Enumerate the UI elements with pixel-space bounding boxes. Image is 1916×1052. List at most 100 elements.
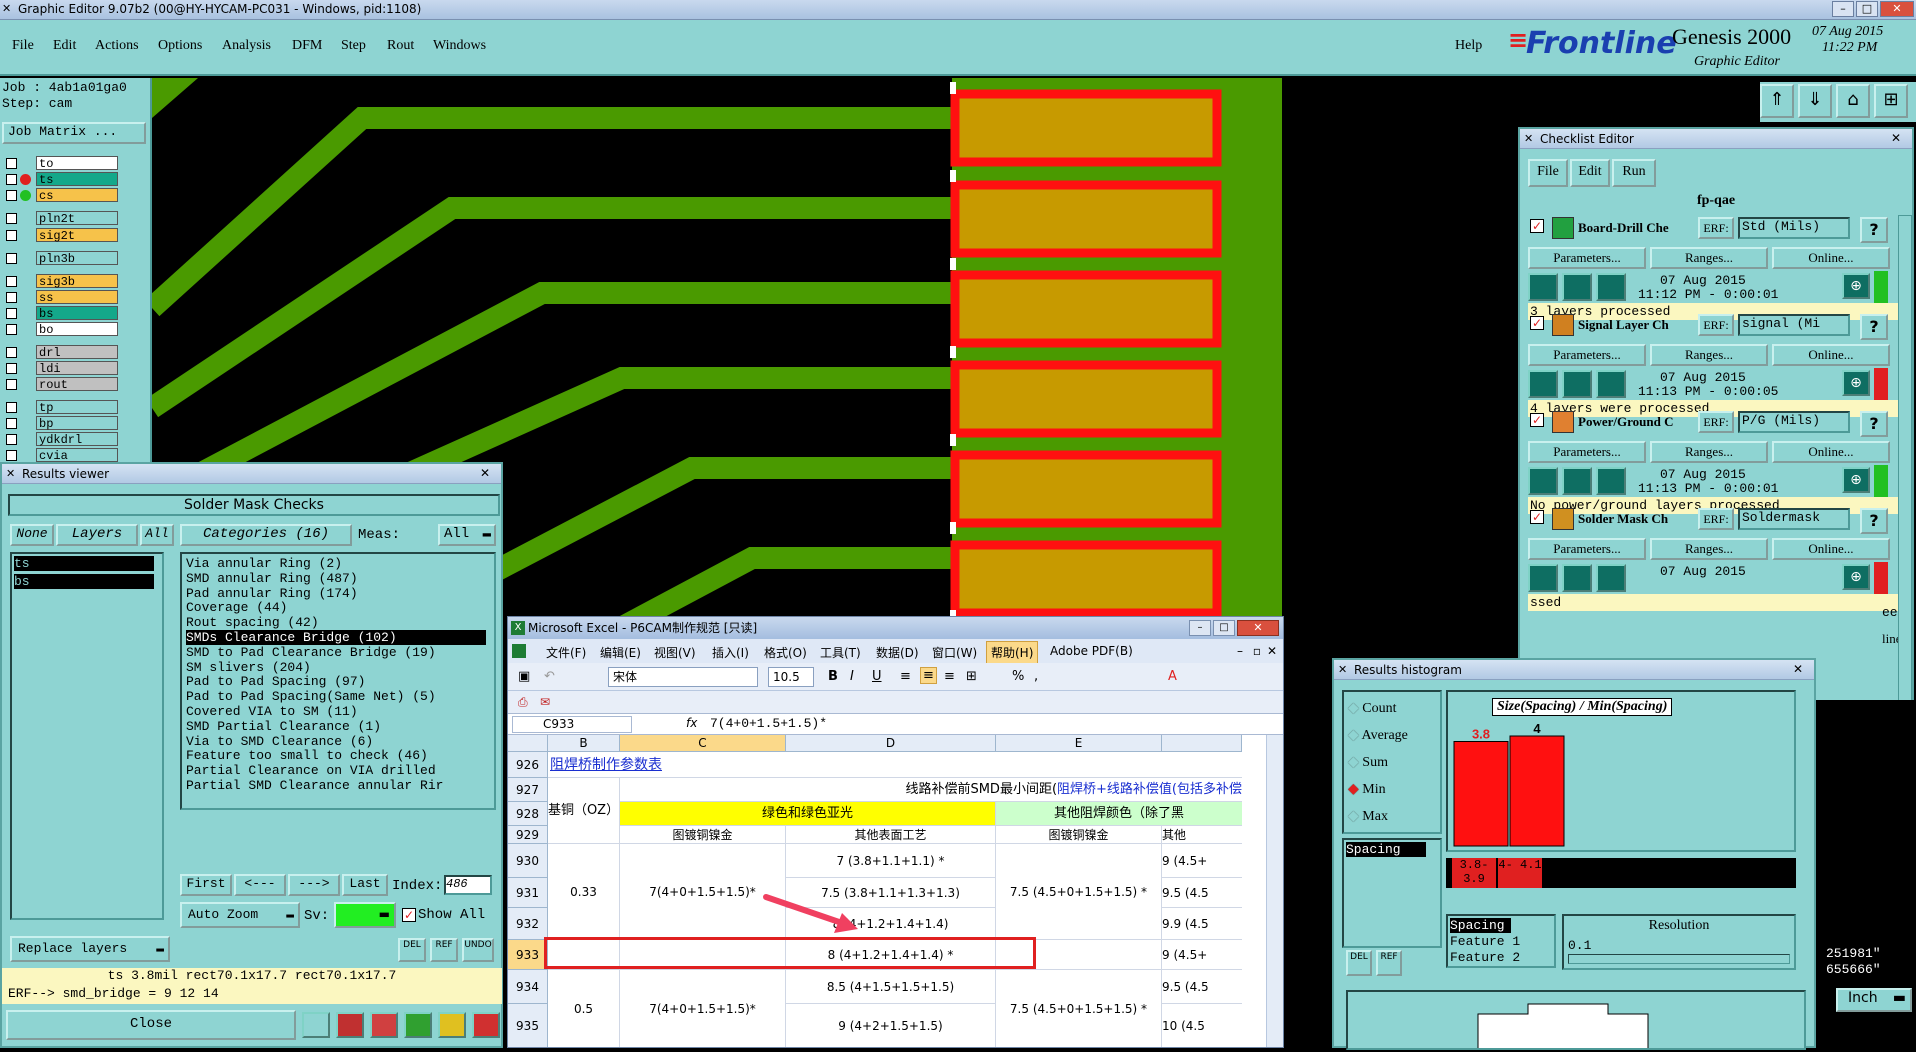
erf-value[interactable]: P/G (Mils) — [1738, 411, 1850, 433]
cell-c934[interactable]: 7(4+0+1.5+1.5)* — [620, 970, 786, 1047]
layer-name[interactable]: ldi — [36, 361, 118, 376]
cell-d934[interactable]: 8.5 (4+1.5+1.5+1.5) — [786, 970, 996, 1004]
checklist-close-icon[interactable]: ✕ — [1886, 131, 1906, 146]
layer-checkbox[interactable] — [6, 253, 17, 264]
parameters-button[interactable]: Parameters... — [1528, 247, 1646, 269]
tool-icon-2[interactable] — [336, 1012, 364, 1038]
col-header-c[interactable]: C — [620, 735, 786, 752]
layer-checkbox[interactable] — [6, 402, 17, 413]
layer-name[interactable]: rout — [36, 377, 118, 392]
green-mask-cell[interactable]: 绿色和绿色亚光 — [620, 802, 996, 826]
cell-f933[interactable]: 9 (4.5+ — [1162, 940, 1242, 970]
plating-cell[interactable]: 图镀铜镍金 — [620, 826, 786, 844]
home-view-icon[interactable]: ⇑ — [1760, 84, 1794, 118]
excel-menu-pdf[interactable]: Adobe PDF(B) — [1050, 644, 1133, 658]
excel-close-button[interactable]: ✕ — [1237, 620, 1279, 636]
histogram-bar[interactable] — [1453, 741, 1509, 847]
help-icon[interactable]: ? — [1860, 411, 1888, 437]
categories-button[interactable]: Categories (16) — [180, 524, 352, 546]
histogram-ref-button[interactable]: REF — [1376, 950, 1402, 976]
stat-option-count[interactable]: ◆ Count — [1348, 700, 1397, 717]
cell-d930[interactable]: 7 (3.8+1.1+1.1) * — [786, 844, 996, 878]
last-button[interactable]: Last — [342, 874, 388, 896]
layer-name[interactable]: tp — [36, 400, 118, 415]
layer-checkbox[interactable] — [6, 213, 17, 224]
units-dropdown[interactable]: Inch ▬ — [1836, 988, 1912, 1012]
italic-icon[interactable]: I — [850, 669, 854, 684]
check-item-checkbox[interactable]: ✓ — [1530, 316, 1544, 330]
layer-name[interactable]: ydkdrl — [36, 432, 118, 447]
layer-name[interactable]: sig2t — [36, 228, 118, 243]
check-stop-icon[interactable] — [1596, 273, 1626, 301]
check-stop-icon[interactable] — [1596, 467, 1626, 495]
layer-checkbox[interactable] — [6, 363, 17, 374]
grid-icon[interactable]: ⊞ — [1874, 84, 1908, 118]
layer-checkbox[interactable] — [6, 190, 17, 201]
zoom-icon[interactable]: ⊕ — [1842, 467, 1870, 493]
first-button[interactable]: First — [180, 874, 232, 896]
layer-checkbox[interactable] — [6, 276, 17, 287]
house-icon[interactable]: ⌂ — [1836, 84, 1870, 118]
base-copper-cell[interactable]: 基铜（OZ） — [548, 778, 620, 844]
none-button[interactable]: None — [10, 524, 54, 546]
category-item[interactable]: Pad to Pad Spacing(Same Net) (5) — [186, 689, 436, 704]
all-button[interactable]: All — [140, 524, 174, 546]
bold-icon[interactable]: B — [828, 669, 838, 684]
tool-icon-3[interactable] — [370, 1012, 398, 1038]
result-layer-ts[interactable]: ts — [14, 556, 154, 571]
plating-cell-2[interactable]: 图镀铜镍金 — [996, 826, 1162, 844]
ref-button[interactable]: REF — [430, 938, 458, 962]
layer-checkbox[interactable] — [6, 174, 17, 185]
online-button[interactable]: Online... — [1772, 344, 1890, 366]
excel-doc-restore[interactable]: ▫ — [1253, 644, 1261, 658]
undo-icon[interactable]: ↶ — [544, 669, 555, 684]
erf-button[interactable]: ERF: — [1698, 217, 1734, 239]
job-matrix-button[interactable]: Job Matrix ... — [2, 122, 146, 144]
layer-checkbox[interactable] — [6, 308, 17, 319]
zoom-icon[interactable]: ⊕ — [1842, 370, 1870, 396]
font-color-icon[interactable]: A — [1168, 669, 1177, 684]
excel-menu-format[interactable]: 格式(O) — [764, 644, 807, 661]
stat-list[interactable]: Spacing — [1342, 838, 1442, 948]
excel-menu-file[interactable]: 文件(F) — [546, 644, 586, 661]
align-left-icon[interactable]: ≡ — [900, 669, 911, 684]
layer-row-ss[interactable]: ss — [0, 290, 150, 305]
layer-row-rout[interactable]: rout — [0, 377, 150, 392]
layer-name[interactable]: pln2t — [36, 211, 118, 226]
checklist-menu-file[interactable]: File — [1528, 159, 1568, 187]
layer-name[interactable]: cs — [36, 188, 118, 203]
menu-dfm[interactable]: DFM — [292, 38, 322, 54]
minimize-button[interactable]: – — [1832, 1, 1854, 17]
category-item[interactable]: SM slivers (204) — [186, 660, 311, 675]
categories-list[interactable]: Via annular Ring (2) SMD annular Ring (48… — [180, 552, 496, 810]
row-header[interactable]: 927 — [508, 778, 548, 802]
histogram-bar[interactable] — [1509, 735, 1565, 847]
excel-scrollbar[interactable] — [1266, 735, 1283, 1047]
save-icon[interactable]: ▣ — [518, 669, 530, 684]
online-button[interactable]: Online... — [1772, 441, 1890, 463]
index-input[interactable]: 486 — [444, 875, 492, 895]
other-color-cell[interactable]: 其他阻焊颜色（除了黑 — [996, 802, 1242, 826]
comma-icon[interactable]: , — [1034, 669, 1038, 684]
col-header-e[interactable]: E — [996, 735, 1162, 752]
close-button[interactable]: ✕ — [1880, 1, 1914, 17]
align-right-icon[interactable]: ≡ — [944, 669, 955, 684]
excel-menu-insert[interactable]: 插入(I) — [712, 644, 749, 661]
excel-menu-view[interactable]: 视图(V) — [654, 644, 696, 661]
layer-name[interactable]: cvia — [36, 448, 118, 463]
cell-f931[interactable]: 9.5 (4.5 — [1162, 878, 1242, 908]
menu-rout[interactable]: Rout — [387, 38, 414, 54]
layer-name[interactable]: bs — [36, 306, 118, 321]
close-button[interactable]: Close — [6, 1010, 296, 1040]
erf-button[interactable]: ERF: — [1698, 508, 1734, 530]
layer-name[interactable]: sig3b — [36, 274, 118, 289]
layer-name[interactable]: ss — [36, 290, 118, 305]
excel-menu-window[interactable]: 窗口(W) — [932, 644, 977, 661]
layer-checkbox[interactable] — [6, 418, 17, 429]
category-item[interactable]: SMD Partial Clearance (1) — [186, 719, 381, 734]
layer-row-cvia[interactable]: cvia — [0, 448, 150, 463]
ranges-button[interactable]: Ranges... — [1650, 538, 1768, 560]
check-item-checkbox[interactable]: ✓ — [1530, 510, 1544, 524]
cell-b930[interactable]: 0.33 — [548, 844, 620, 940]
feature-list[interactable]: Spacing Feature 1 Feature 2 — [1446, 914, 1556, 968]
